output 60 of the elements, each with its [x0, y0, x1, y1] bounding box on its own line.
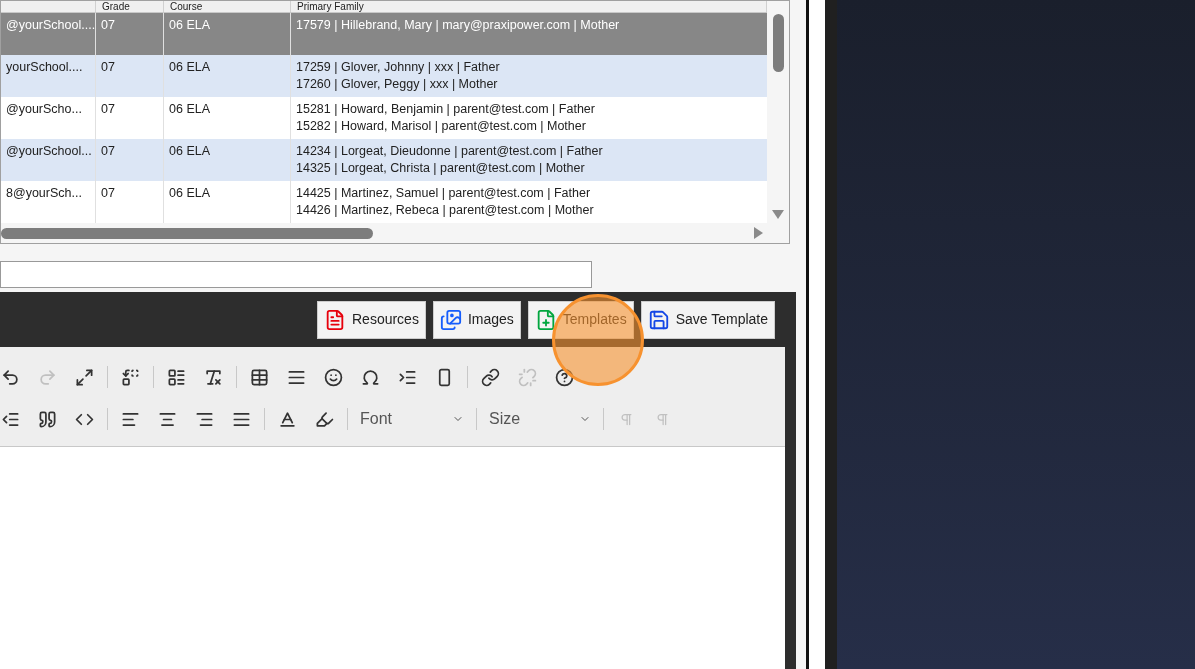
toolbar-button[interactable]: Resources — [317, 300, 426, 339]
table-cell: 8@yourSch... — [6, 186, 82, 200]
smiley-icon — [324, 367, 343, 387]
scroll-right-icon[interactable] — [754, 227, 763, 239]
family-entry: 17260 | Glover, Peggy | xxx | Mother — [296, 76, 499, 93]
images-icon — [439, 308, 462, 331]
table-cell: 07 — [101, 186, 115, 200]
undo-icon — [1, 367, 20, 387]
family-entry: 14234 | Lorgeat, Dieudonne | parent@test.com | Father — [296, 143, 604, 160]
pilcrow-icon — [618, 411, 634, 427]
table-row[interactable]: @yourSchool... 07 06 ELA 14234 | Lorgeat, Dieudonne | parent@test.com | Father 14325 | Lorgeat, Christa | parent@test.com | Mother — [1, 139, 767, 181]
table-cell: @yourScho... — [6, 102, 82, 116]
toolbar-button[interactable]: Save Template — [640, 300, 775, 339]
background-color-icon — [315, 409, 334, 429]
replace-icon — [121, 367, 140, 387]
table-cell: 06 ELA — [169, 18, 210, 32]
family-entry: 14325 | Lorgeat, Christa | parent@test.com | Mother — [296, 160, 586, 177]
table-icon — [250, 367, 269, 387]
maximize-icon — [75, 367, 94, 387]
quote-icon — [38, 409, 57, 429]
table-cell: 06 ELA — [169, 144, 210, 158]
horizontal-scrollbar[interactable] — [1, 223, 789, 243]
link-icon — [481, 367, 500, 387]
table-cell: @yourSchool... — [6, 144, 92, 158]
remove-format-icon — [204, 367, 223, 387]
scrollbar-thumb[interactable] — [772, 14, 784, 72]
table-row[interactable]: yourSchool.... 07 06 ELA 17259 | Glover, Johnny | xxx | Father 17260 | Glover, Peggy | xxx | Mother — [1, 55, 767, 97]
redo-icon — [38, 367, 57, 387]
table-cell: 07 — [101, 144, 115, 158]
table-row[interactable]: @yourSchool.... 07 06 ELA 17579 | Hillebrand, Mary | mary@praxipower.com | Mother — [1, 13, 767, 55]
family-entry: 15281 | Howard, Benjamin | parent@test.com | Father — [296, 101, 596, 118]
table-cell: @yourSchool.... — [6, 18, 96, 32]
column-header[interactable]: Primary Family — [297, 1, 364, 12]
table-cell: yourSchool.... — [6, 60, 83, 74]
table-cell: 07 — [101, 18, 115, 32]
pdf-file-icon — [324, 308, 346, 331]
family-entry: 14425 | Martinez, Samuel | parent@test.com | Father — [296, 185, 592, 202]
vertical-scrollbar[interactable] — [767, 1, 789, 223]
family-entry: 17259 | Glover, Johnny | xxx | Father — [296, 59, 501, 76]
font-dropdown[interactable]: Font — [352, 405, 472, 433]
unlink-icon — [518, 367, 537, 387]
column-header[interactable]: Course — [170, 1, 203, 12]
omega-icon — [361, 367, 380, 387]
family-entry: 17579 | Hillebrand, Mary | mary@praxipower.com | Mother — [296, 17, 621, 34]
table-cell: 06 ELA — [169, 60, 210, 74]
help-icon — [555, 367, 574, 387]
column-header[interactable]: Grade — [102, 1, 130, 12]
toolbar-button[interactable]: Images — [432, 300, 521, 339]
table-cell: 06 ELA — [169, 186, 210, 200]
input-field[interactable] — [0, 261, 592, 288]
size-dropdown[interactable]: Size — [481, 405, 599, 433]
table-cell: 06 ELA — [169, 102, 210, 116]
scroll-down-icon[interactable] — [772, 210, 784, 219]
family-entry: 14426 | Martinez, Rebeca | parent@test.com | Mother — [296, 202, 595, 219]
text-color-icon — [278, 409, 297, 429]
table-cell: 07 — [101, 60, 115, 74]
scrollbar-thumb[interactable] — [1, 227, 373, 239]
table-cell: 07 — [101, 102, 115, 116]
family-entry: 15282 | Howard, Marisol | parent@test.com | Mother — [296, 118, 587, 135]
pilcrow-icon — [654, 411, 670, 427]
